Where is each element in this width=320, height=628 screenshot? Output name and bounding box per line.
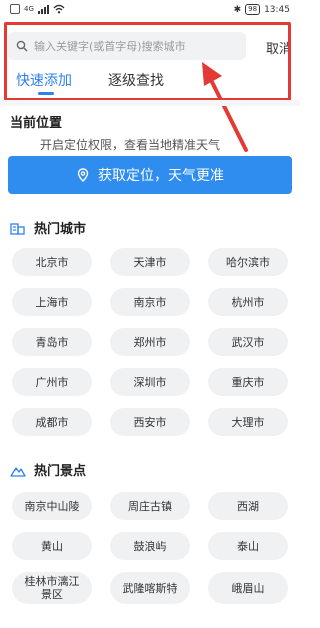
status-bar-right: ✱ 98 13:45 bbox=[234, 4, 290, 15]
hot-spots-header: 热门景点 bbox=[10, 460, 86, 479]
city-chip[interactable]: 天津市 bbox=[110, 248, 190, 276]
city-chip[interactable]: 深圳市 bbox=[110, 368, 190, 396]
notification-icon bbox=[10, 4, 20, 14]
hot-cities-title: 热门城市 bbox=[34, 222, 87, 237]
signal-icon bbox=[37, 4, 49, 14]
active-tab-indicator bbox=[38, 92, 54, 95]
network-label: 4G bbox=[24, 5, 34, 13]
section-divider bbox=[0, 100, 300, 106]
battery-icon: 98 bbox=[245, 4, 261, 15]
city-chip[interactable]: 哈尔滨市 bbox=[208, 248, 288, 276]
status-bar-left: 4G bbox=[10, 4, 65, 14]
hot-spots-title: 热门景点 bbox=[34, 464, 87, 479]
hot-cities-header: 热门城市 bbox=[10, 218, 86, 237]
city-chip[interactable]: 武汉市 bbox=[208, 328, 288, 356]
clock: 13:45 bbox=[264, 4, 290, 15]
current-location-title: 当前位置 bbox=[10, 116, 63, 131]
hot-cities-grid: 北京市 天津市 哈尔滨市 上海市 南京市 杭州市 青岛市 郑州市 武汉市 广州市… bbox=[12, 248, 288, 436]
spot-chip[interactable]: 桂林市漓江景区 bbox=[12, 572, 92, 604]
spot-chip[interactable]: 武隆喀斯特 bbox=[110, 572, 190, 604]
city-chip[interactable]: 杭州市 bbox=[208, 288, 288, 316]
tab-step-search[interactable]: 逐级查找 bbox=[108, 70, 164, 90]
city-chip[interactable]: 广州市 bbox=[12, 368, 92, 396]
hot-spots-grid: 南京中山陵 周庄古镇 西湖 黄山 鼓浪屿 泰山 桂林市漓江景区 武隆喀斯特 峨眉… bbox=[12, 492, 288, 604]
city-chip[interactable]: 西安市 bbox=[110, 408, 190, 436]
city-chip[interactable]: 成都市 bbox=[12, 408, 92, 436]
location-pin-icon bbox=[77, 168, 89, 182]
city-chip[interactable]: 重庆市 bbox=[208, 368, 288, 396]
spot-chip[interactable]: 周庄古镇 bbox=[110, 492, 190, 520]
city-chip[interactable]: 青岛市 bbox=[12, 328, 92, 356]
spot-chip[interactable]: 南京中山陵 bbox=[12, 492, 92, 520]
spot-chip[interactable]: 峨眉山 bbox=[208, 572, 288, 604]
spot-chip[interactable]: 西湖 bbox=[208, 492, 288, 520]
bluetooth-icon: ✱ bbox=[233, 4, 242, 15]
status-bar: 4G ✱ 98 13:45 bbox=[0, 0, 300, 20]
search-box[interactable] bbox=[8, 32, 246, 60]
spot-chip[interactable]: 黄山 bbox=[12, 532, 92, 560]
tab-bar: 快速添加 逐级查找 bbox=[0, 64, 300, 98]
wifi-icon bbox=[53, 4, 65, 14]
search-row: 取消 bbox=[0, 24, 300, 66]
city-chip[interactable]: 北京市 bbox=[12, 248, 92, 276]
get-location-button[interactable]: 获取定位，天气更准 bbox=[8, 156, 292, 194]
city-chip[interactable]: 郑州市 bbox=[110, 328, 190, 356]
cancel-button[interactable]: 取消 bbox=[266, 38, 292, 57]
city-chip[interactable]: 上海市 bbox=[12, 288, 92, 316]
city-search-input[interactable] bbox=[34, 39, 234, 53]
building-icon bbox=[10, 222, 25, 235]
spot-chip[interactable]: 鼓浪屿 bbox=[110, 532, 190, 560]
city-chip[interactable]: 南京市 bbox=[110, 288, 190, 316]
tab-quick-add[interactable]: 快速添加 bbox=[16, 70, 72, 90]
mountain-icon bbox=[10, 466, 26, 477]
spot-chip[interactable]: 泰山 bbox=[208, 532, 288, 560]
search-icon bbox=[16, 40, 28, 52]
location-permission-hint[interactable]: 开启定位权限，查看当地精准天气 bbox=[40, 136, 300, 153]
get-location-label: 获取定位，天气更准 bbox=[98, 168, 224, 184]
city-chip[interactable]: 大理市 bbox=[208, 408, 288, 436]
